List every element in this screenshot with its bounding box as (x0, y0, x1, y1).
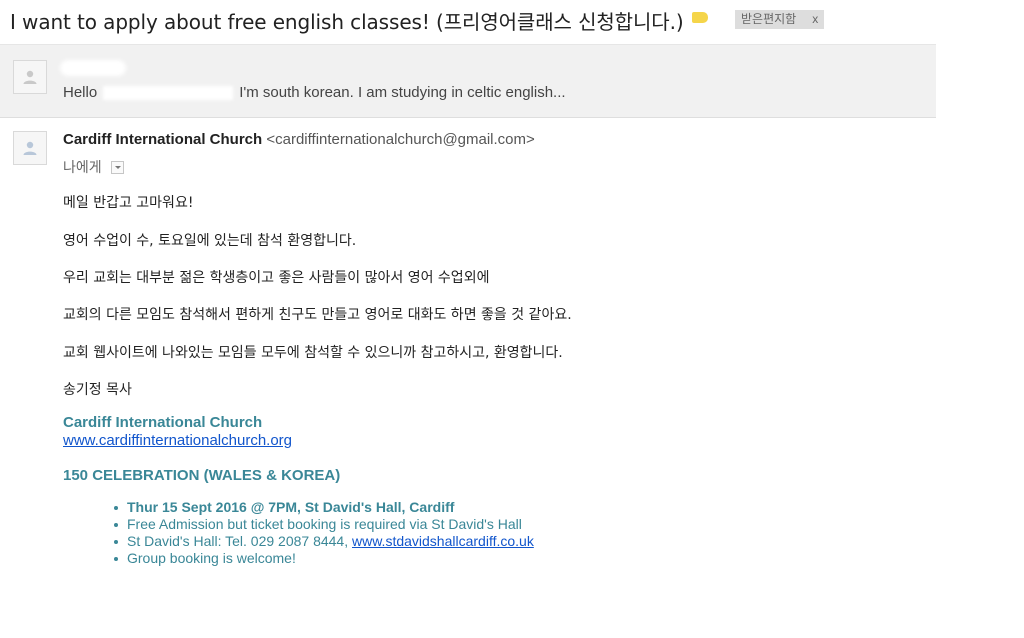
recipient-line: 나에게 (63, 157, 124, 177)
signature-org: Cardiff International Church (63, 414, 263, 431)
sender-avatar (13, 131, 47, 165)
sender-line: Cardiff International Church <cardiffint… (63, 131, 535, 148)
sender-name[interactable]: Cardiff International Church (63, 131, 262, 148)
inbox-label-text: 받은편지함 (741, 12, 797, 26)
label-tag-icon[interactable] (692, 12, 708, 23)
stdavidshall-link[interactable]: www.stdavidshallcardiff.co.uk (352, 533, 534, 549)
person-icon (23, 141, 37, 155)
admission-text: Free Admission but ticket booking is req… (127, 516, 522, 532)
recipient-label: 나에게 (63, 160, 102, 176)
thread-subject: I want to apply about free english class… (10, 10, 684, 34)
body-line: 교회의 다른 모임도 참석해서 편하게 친구도 만들고 영어로 대화도 하면 좋… (63, 307, 572, 323)
redacted-sender (60, 60, 126, 76)
recipient-details-dropdown-icon[interactable] (110, 160, 124, 174)
inbox-label-chip[interactable]: 받은편지함 x (735, 10, 825, 29)
sender-email: <cardiffinternationalchurch@gmail.com> (266, 131, 535, 148)
body-line: 교회 웹사이트에 나와있는 모임들 모두에 참석할 수 있으니까 참고하시고, … (63, 345, 563, 361)
collapsed-message[interactable]: Hello I'm south korean. I am studying in … (0, 45, 936, 118)
celebration-title: 150 CELEBRATION (WALES & KOREA) (63, 467, 341, 484)
list-item: Free Admission but ticket booking is req… (112, 516, 534, 533)
body-line: 메일 반갑고 고마워요! (63, 195, 194, 211)
thread-header: I want to apply about free english class… (0, 0, 936, 44)
remove-label-button[interactable]: x (812, 12, 818, 26)
event-details-list: Thur 15 Sept 2016 @ 7PM, St David's Hall… (112, 499, 534, 567)
list-item: St David's Hall: Tel. 029 2087 8444, www… (112, 533, 534, 550)
signature-website-link[interactable]: www.cardiffinternationalchurch.org (63, 432, 292, 449)
event-date-text: Thur 15 Sept 2016 @ 7PM, St David's Hall… (127, 499, 455, 515)
message-snippet: Hello I'm south korean. I am studying in … (63, 84, 566, 101)
avatar (13, 60, 47, 94)
body-line: 송기정 목사 (63, 382, 132, 398)
group-booking-text: Group booking is welcome! (127, 550, 296, 566)
snippet-end: I'm south korean. I am studying in celti… (239, 84, 566, 101)
telephone-text: St David's Hall: Tel. 029 2087 8444, (127, 533, 352, 549)
person-icon (23, 70, 37, 84)
redacted-text (103, 86, 234, 101)
snippet-start: Hello (63, 84, 98, 101)
body-line: 우리 교회는 대부분 젊은 학생층이고 좋은 사람들이 많아서 영어 수업외에 (63, 270, 490, 286)
list-item: Group booking is welcome! (112, 550, 534, 567)
list-item: Thur 15 Sept 2016 @ 7PM, St David's Hall… (112, 499, 534, 516)
body-line: 영어 수업이 수, 토요일에 있는데 참석 환영합니다. (63, 233, 357, 249)
